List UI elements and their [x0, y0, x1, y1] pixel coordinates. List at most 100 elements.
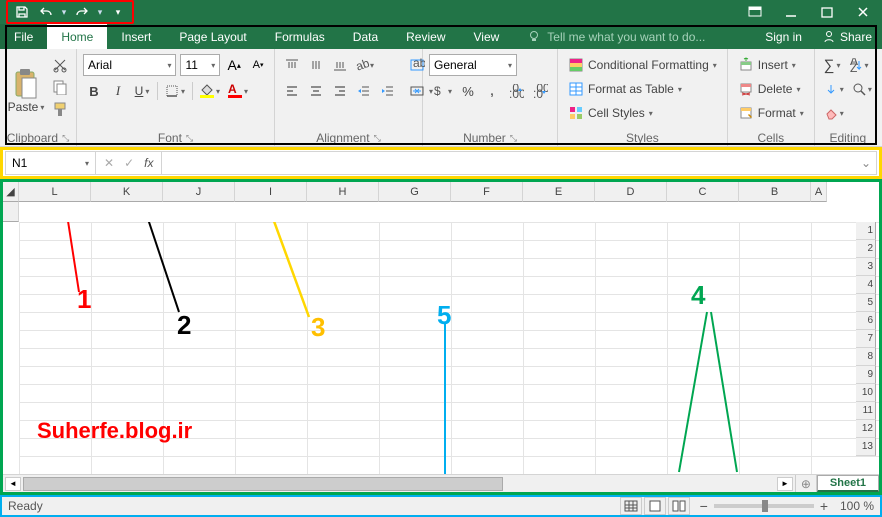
column-header[interactable]: H	[307, 182, 379, 202]
find-select-button[interactable]: ▾	[849, 78, 875, 100]
font-color-button[interactable]: A▾	[225, 80, 251, 102]
tab-formulas[interactable]: Formulas	[261, 24, 339, 49]
format-as-table-button[interactable]: Format as Table▾	[564, 78, 721, 100]
scroll-right-icon[interactable]: ►	[777, 477, 793, 491]
column-header[interactable]: D	[595, 182, 667, 202]
customize-qat-icon[interactable]: ▾	[108, 2, 128, 22]
number-launcher-icon[interactable]: ⤡	[510, 133, 517, 144]
row-header[interactable]: 4	[856, 276, 876, 294]
fill-color-button[interactable]: ▾	[197, 80, 223, 102]
column-header[interactable]: K	[91, 182, 163, 202]
row-header[interactable]: 7	[856, 330, 876, 348]
accounting-format-button[interactable]: $▾	[429, 80, 455, 102]
enter-formula-icon[interactable]: ✓	[124, 156, 134, 170]
alignment-launcher-icon[interactable]: ⤡	[374, 133, 381, 144]
format-cells-button[interactable]: Format▾	[734, 102, 808, 124]
expand-formula-bar-icon[interactable]: ⌄	[856, 156, 876, 170]
insert-cells-button[interactable]: Insert▾	[734, 54, 808, 76]
italic-button[interactable]: I	[107, 80, 129, 102]
column-header[interactable]: C	[667, 182, 739, 202]
column-header[interactable]: G	[379, 182, 451, 202]
normal-view-icon[interactable]	[620, 497, 642, 515]
copy-icon[interactable]	[50, 78, 70, 96]
redo-dropdown-icon[interactable]: ▾	[96, 7, 104, 18]
column-header[interactable]: A	[811, 182, 827, 202]
column-header[interactable]: F	[451, 182, 523, 202]
delete-cells-button[interactable]: Delete▾	[734, 78, 808, 100]
autosum-button[interactable]: ∑▾	[821, 54, 844, 76]
number-format-selector[interactable]: General▾	[429, 54, 517, 76]
new-sheet-button[interactable]: ⊕	[795, 475, 817, 492]
cell-styles-button[interactable]: Cell Styles▾	[564, 102, 721, 124]
align-right-icon[interactable]	[329, 80, 351, 102]
save-icon[interactable]	[12, 2, 32, 22]
row-header[interactable]: 8	[856, 348, 876, 366]
column-header[interactable]: L	[19, 182, 91, 202]
row-header[interactable]: 10	[856, 384, 876, 402]
font-name-selector[interactable]: Arial▾	[83, 54, 176, 76]
increase-indent-icon[interactable]	[377, 80, 399, 102]
hscroll-thumb[interactable]	[23, 477, 503, 491]
cut-icon[interactable]	[50, 56, 70, 74]
maximize-icon[interactable]	[814, 2, 840, 22]
tab-view[interactable]: View	[460, 24, 514, 49]
insert-function-icon[interactable]: fx	[144, 156, 153, 170]
tab-review[interactable]: Review	[392, 24, 459, 49]
zoom-level[interactable]: 100 %	[834, 499, 874, 513]
underline-button[interactable]: U▾	[131, 80, 153, 102]
undo-dropdown-icon[interactable]: ▾	[60, 7, 68, 18]
tab-file[interactable]: File	[0, 24, 47, 49]
tell-me-search[interactable]: Tell me what you want to do...	[513, 24, 719, 49]
align-bottom-icon[interactable]	[329, 54, 351, 76]
increase-font-icon[interactable]: A▴	[224, 54, 244, 76]
page-layout-view-icon[interactable]	[644, 497, 666, 515]
column-header[interactable]: I	[235, 182, 307, 202]
select-all-corner[interactable]: ◢	[3, 182, 19, 202]
cancel-formula-icon[interactable]: ✕	[104, 156, 114, 170]
row-header[interactable]: 11	[856, 402, 876, 420]
conditional-formatting-button[interactable]: Conditional Formatting▾	[564, 54, 721, 76]
decrease-indent-icon[interactable]	[353, 80, 375, 102]
cells-area[interactable]: 1 2 3 4 5 Suherfe.blog.ir	[19, 222, 879, 474]
row-header[interactable]: 6	[856, 312, 876, 330]
increase-decimal-icon[interactable]: .0.00	[505, 80, 527, 102]
row-header[interactable]: 9	[856, 366, 876, 384]
share-button[interactable]: Share	[812, 24, 882, 49]
zoom-out-button[interactable]: −	[700, 498, 708, 514]
align-center-icon[interactable]	[305, 80, 327, 102]
tab-page-layout[interactable]: Page Layout	[165, 24, 260, 49]
minimize-icon[interactable]	[778, 2, 804, 22]
formula-input[interactable]	[162, 152, 856, 174]
format-painter-icon[interactable]	[50, 100, 70, 118]
align-middle-icon[interactable]	[305, 54, 327, 76]
page-break-view-icon[interactable]	[668, 497, 690, 515]
row-header[interactable]: 3	[856, 258, 876, 276]
column-header[interactable]: J	[163, 182, 235, 202]
paste-button[interactable]: Paste▾	[6, 52, 46, 130]
ribbon-display-icon[interactable]	[742, 2, 768, 22]
align-top-icon[interactable]	[281, 54, 303, 76]
align-left-icon[interactable]	[281, 80, 303, 102]
column-header[interactable]: E	[523, 182, 595, 202]
decrease-decimal-icon[interactable]: .00.0	[529, 80, 551, 102]
clipboard-launcher-icon[interactable]: ⤡	[62, 133, 69, 144]
zoom-slider[interactable]	[714, 504, 814, 508]
clear-button[interactable]: ▾	[821, 102, 847, 124]
row-header[interactable]: 1	[856, 222, 876, 240]
fill-button[interactable]: ▾	[821, 78, 847, 100]
scroll-left-icon[interactable]: ◄	[5, 477, 21, 491]
column-header[interactable]: B	[739, 182, 811, 202]
tab-insert[interactable]: Insert	[107, 24, 165, 49]
row-header[interactable]: 2	[856, 240, 876, 258]
zoom-in-button[interactable]: +	[820, 498, 828, 514]
name-box[interactable]: N1▾	[6, 152, 96, 174]
percent-button[interactable]: %	[457, 80, 479, 102]
sort-filter-button[interactable]: AZ▾	[846, 54, 872, 76]
row-header[interactable]: 12	[856, 420, 876, 438]
sheet-tab[interactable]: Sheet1	[817, 475, 879, 492]
tab-data[interactable]: Data	[339, 24, 392, 49]
font-size-selector[interactable]: 11▾	[180, 54, 220, 76]
row-header[interactable]: 5	[856, 294, 876, 312]
row-header[interactable]: 13	[856, 438, 876, 456]
close-icon[interactable]	[850, 2, 876, 22]
